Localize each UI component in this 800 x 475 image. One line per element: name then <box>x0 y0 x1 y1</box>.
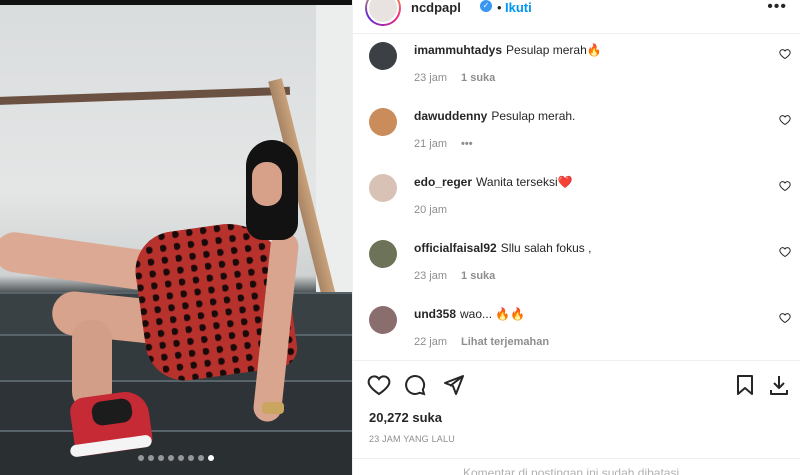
author-username[interactable]: ncdpapl <box>411 0 461 15</box>
comments-limited-text: Komentar di postingan ini sudah dibatasi… <box>463 466 683 475</box>
post-actions <box>353 360 800 406</box>
post-image[interactable] <box>0 0 352 475</box>
comment-username[interactable]: dawuddenny <box>414 109 487 123</box>
more-options-icon[interactable]: ••• <box>767 0 787 16</box>
post-timestamp: 23 JAM YANG LALU <box>369 434 455 444</box>
comment-time: 22 jam <box>414 336 448 348</box>
image-top-bar <box>0 0 352 5</box>
comments-limited-footer: Komentar di postingan ini sudah dibatasi… <box>353 458 800 475</box>
comment-username[interactable]: officialfaisal92 <box>414 241 497 255</box>
comment-time: 23 jam <box>414 270 448 282</box>
comment-item: imammuhtadys Pesulap merah🔥 23 jam 1 suka <box>353 38 800 100</box>
heart-icon[interactable] <box>779 48 791 60</box>
comment-time: 21 jam <box>414 138 448 150</box>
carousel-dot[interactable] <box>138 455 144 461</box>
verified-icon: ✓ <box>480 0 492 12</box>
comment-username[interactable]: edo_reger <box>414 175 472 189</box>
image-figure <box>252 162 282 206</box>
carousel-dot[interactable] <box>148 455 154 461</box>
comment-item: edo_reger Wanita terseksi❤️ 20 jam <box>353 170 800 232</box>
heart-icon[interactable] <box>779 114 791 126</box>
comment-icon[interactable] <box>403 373 427 397</box>
see-translation-link[interactable]: Lihat terjemahan <box>461 336 549 348</box>
comment-avatar[interactable] <box>369 240 397 268</box>
heart-icon[interactable] <box>779 312 791 324</box>
comment-time: 20 jam <box>414 204 448 216</box>
follow-button[interactable]: Ikuti <box>505 0 532 15</box>
likes-count[interactable]: 20,272 suka <box>369 410 442 425</box>
comment-text: wao... 🔥🔥 <box>460 307 526 321</box>
header-separator: • <box>497 0 502 15</box>
comment-username[interactable]: und358 <box>414 307 456 321</box>
carousel-dot[interactable] <box>158 455 164 461</box>
heart-icon[interactable] <box>367 373 391 397</box>
comment-avatar[interactable] <box>369 306 397 334</box>
comment-item: und358 wao... 🔥🔥 22 jam Lihat terjemahan <box>353 302 800 364</box>
author-avatar[interactable] <box>365 0 401 26</box>
carousel-dot[interactable] <box>208 455 214 461</box>
image-step <box>0 430 352 475</box>
post-header: ncdpapl ✓ • Ikuti ••• <box>353 0 800 34</box>
comment-likes[interactable]: 1 suka <box>461 270 495 282</box>
post-details-panel: ncdpapl ✓ • Ikuti ••• imammuhtadys Pesula… <box>352 0 800 475</box>
comment-time: 23 jam <box>414 72 448 84</box>
bookmark-icon[interactable] <box>733 373 757 397</box>
comment-avatar[interactable] <box>369 174 397 202</box>
comment-text: Sllu salah fokus , <box>500 241 592 255</box>
comment-avatar[interactable] <box>369 108 397 136</box>
image-figure <box>262 402 284 414</box>
comment-text: Pesulap merah🔥 <box>506 43 602 57</box>
heart-icon[interactable] <box>779 246 791 258</box>
carousel-dot[interactable] <box>178 455 184 461</box>
download-icon[interactable] <box>767 373 791 397</box>
carousel-dot[interactable] <box>168 455 174 461</box>
comment-text: Wanita terseksi❤️ <box>476 175 573 189</box>
comment-avatar[interactable] <box>369 42 397 70</box>
carousel-dots <box>0 455 352 461</box>
image-step <box>0 380 352 430</box>
image-handrail <box>0 86 291 106</box>
carousel-dot[interactable] <box>198 455 204 461</box>
comment-item: officialfaisal92 Sllu salah fokus , 23 ja… <box>353 236 800 298</box>
comment-more-icon[interactable]: ••• <box>461 138 473 150</box>
comment-likes[interactable]: 1 suka <box>461 72 495 84</box>
comment-text: Pesulap merah. <box>491 109 576 123</box>
comment-username[interactable]: imammuhtadys <box>414 43 502 57</box>
heart-icon[interactable] <box>779 180 791 192</box>
comment-item: dawuddenny Pesulap merah. 21 jam ••• <box>353 104 800 166</box>
carousel-dot[interactable] <box>188 455 194 461</box>
share-icon[interactable] <box>441 373 465 397</box>
